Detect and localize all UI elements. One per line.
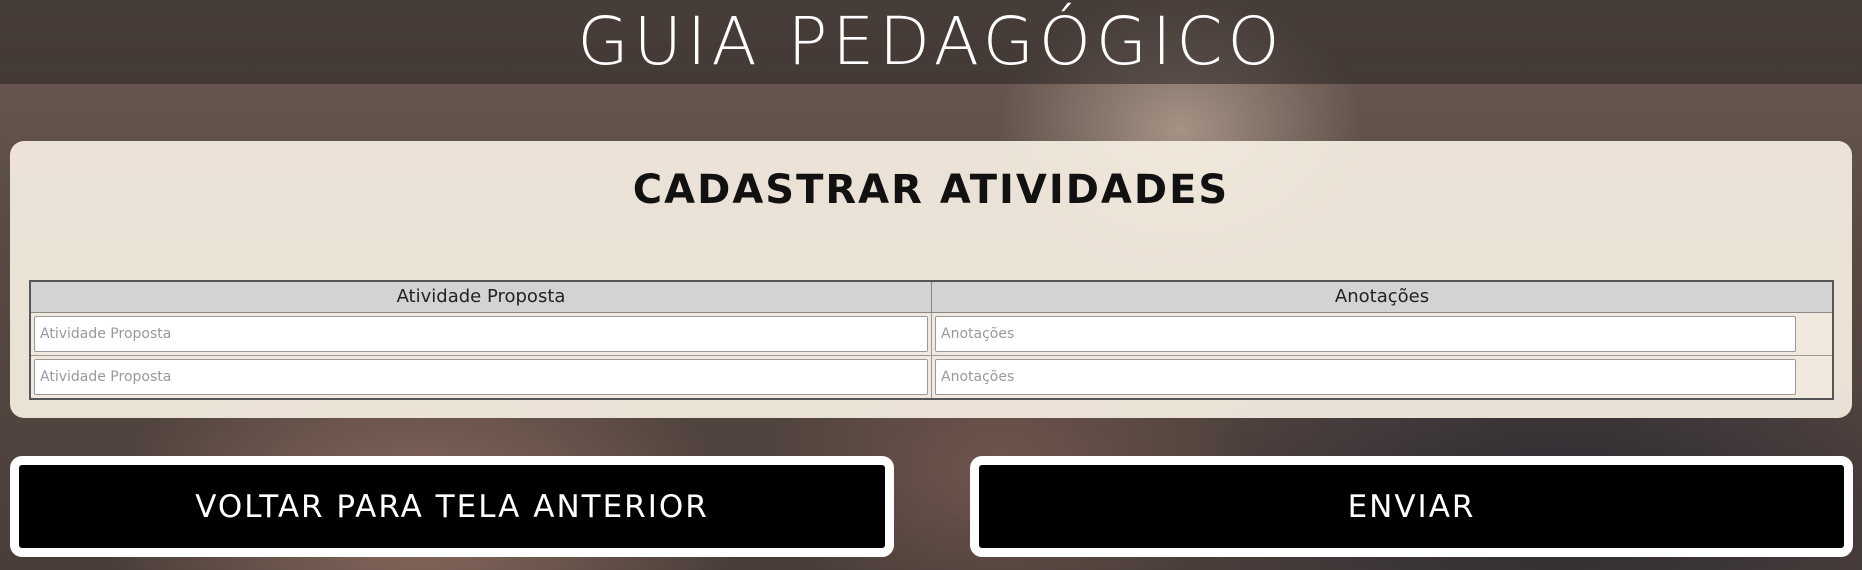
- column-header-notes: Anotações: [931, 280, 1834, 313]
- activity-cell: [29, 311, 932, 356]
- notes-input[interactable]: [935, 358, 1796, 395]
- activity-input[interactable]: [34, 358, 928, 395]
- activities-table: Atividade Proposta Anotações: [29, 280, 1834, 400]
- form-title: CADASTRAR ATIVIDADES: [632, 167, 1230, 213]
- page-title: GUIA PEDAGÓGICO: [577, 3, 1285, 80]
- activity-cell: [29, 354, 932, 399]
- notes-input[interactable]: [935, 315, 1796, 352]
- back-button[interactable]: VOLTAR PARA TELA ANTERIOR: [10, 456, 894, 557]
- table-row: [29, 311, 1834, 356]
- table-header-row: Atividade Proposta Anotações: [29, 280, 1834, 313]
- table-row: [29, 354, 1834, 399]
- notes-cell: [931, 354, 1834, 399]
- send-button[interactable]: ENVIAR: [970, 456, 1853, 557]
- notes-cell: [931, 311, 1834, 356]
- activity-input[interactable]: [34, 315, 928, 352]
- column-header-activity: Atividade Proposta: [29, 280, 932, 313]
